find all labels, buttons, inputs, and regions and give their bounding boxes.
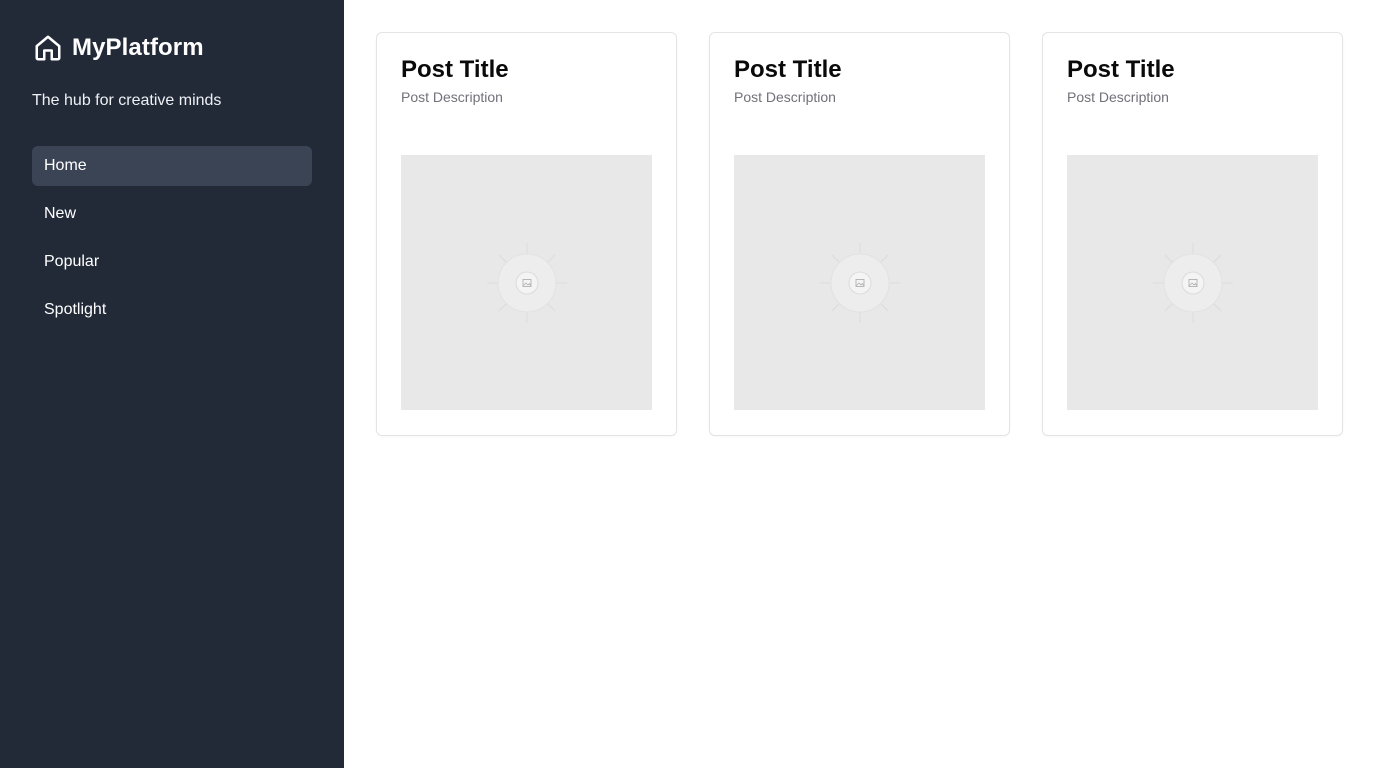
- sidebar-item-label: New: [44, 205, 77, 222]
- post-title: Post Title: [734, 56, 842, 83]
- post-card[interactable]: Post Title Post Description: [709, 32, 1010, 436]
- image-placeholder-icon: [1153, 243, 1233, 323]
- brand-name: MyPlatform: [72, 34, 204, 61]
- sidebar-item-label: Home: [44, 157, 87, 174]
- sidebar-item-spotlight[interactable]: Spotlight: [32, 290, 312, 330]
- post-image: [1067, 155, 1318, 410]
- post-title: Post Title: [1067, 56, 1175, 83]
- post-title: Post Title: [401, 56, 509, 83]
- sidebar-item-new[interactable]: New: [32, 194, 312, 234]
- home-icon: [32, 32, 64, 64]
- post-grid: Post Title Post Description Post Title P…: [344, 0, 1376, 768]
- sidebar-item-popular[interactable]: Popular: [32, 242, 312, 282]
- post-card[interactable]: Post Title Post Description: [376, 32, 677, 436]
- post-image: [401, 155, 652, 410]
- sidebar-item-home[interactable]: Home: [32, 146, 312, 186]
- sidebar-item-label: Spotlight: [44, 301, 107, 318]
- sidebar-nav: Home New Popular Spotlight: [32, 146, 312, 330]
- app-layout: MyPlatform The hub for creative minds Ho…: [0, 0, 1376, 768]
- image-placeholder-icon: [487, 243, 567, 323]
- sidebar: MyPlatform The hub for creative minds Ho…: [0, 0, 344, 768]
- sidebar-item-label: Popular: [44, 253, 100, 270]
- post-description: Post Description: [401, 89, 503, 105]
- tagline: The hub for creative minds: [32, 92, 222, 109]
- image-placeholder-icon: [820, 243, 900, 323]
- brand[interactable]: MyPlatform: [32, 32, 312, 64]
- post-description: Post Description: [1067, 89, 1169, 105]
- post-image: [734, 155, 985, 410]
- post-description: Post Description: [734, 89, 836, 105]
- post-card[interactable]: Post Title Post Description: [1042, 32, 1343, 436]
